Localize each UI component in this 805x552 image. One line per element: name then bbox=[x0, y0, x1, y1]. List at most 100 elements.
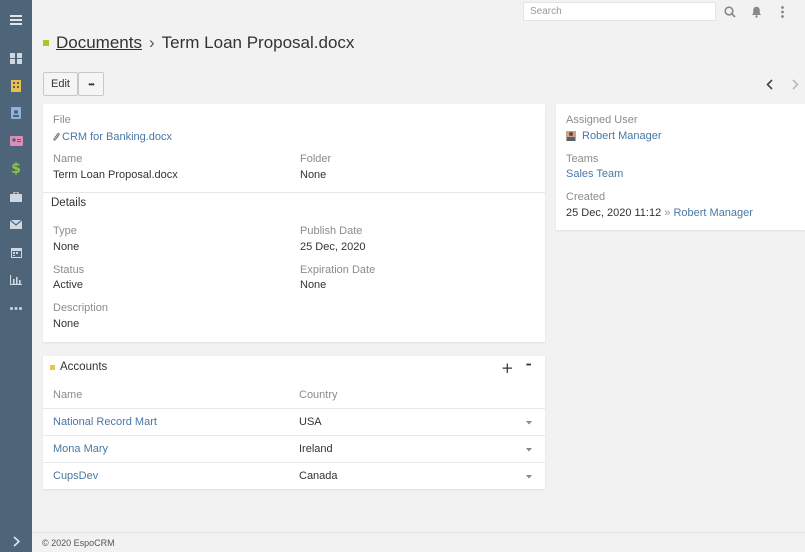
breadcrumb: Documents › Term Loan Proposal.docx bbox=[43, 31, 354, 55]
created-separator: » bbox=[664, 207, 671, 219]
leads-icon bbox=[9, 136, 23, 146]
teams-link[interactable]: Sales Team bbox=[566, 168, 623, 180]
scope-color-marker bbox=[43, 40, 49, 46]
sidebar-item-calendar[interactable] bbox=[0, 239, 32, 265]
publish-date-label: Publish Date bbox=[300, 225, 363, 237]
accounts-panel-title: Accounts bbox=[60, 361, 108, 373]
calendar-icon bbox=[10, 247, 22, 258]
column-header-name: Name bbox=[53, 389, 83, 401]
column-header-country: Country bbox=[299, 389, 338, 401]
account-name-link[interactable]: National Record Mart bbox=[53, 416, 157, 428]
status-value: Active bbox=[53, 279, 83, 291]
assigned-user-link[interactable]: Robert Manager bbox=[582, 130, 662, 142]
assigned-user-value: Robert Manager bbox=[566, 130, 662, 142]
edit-button[interactable]: Edit bbox=[43, 72, 78, 96]
notifications-button[interactable] bbox=[748, 4, 764, 20]
breadcrumb-separator: › bbox=[148, 33, 155, 52]
file-link[interactable]: CRM for Banking.docx bbox=[62, 131, 172, 143]
caret-down-icon bbox=[526, 421, 532, 425]
name-label: Name bbox=[53, 153, 83, 165]
description-label: Description bbox=[53, 302, 109, 314]
next-record-button[interactable] bbox=[787, 75, 803, 93]
expiration-date-value: None bbox=[300, 279, 327, 291]
record-detail-panel: File CRM for Banking.docx Name Term Loan… bbox=[43, 104, 545, 342]
chevron-right-icon bbox=[791, 78, 799, 90]
briefcase-icon bbox=[10, 192, 22, 202]
sidebar-item-accounts[interactable] bbox=[0, 73, 32, 99]
menu-toggle-button[interactable] bbox=[0, 7, 32, 33]
details-section-title: Details bbox=[51, 197, 87, 209]
dashboard-icon bbox=[10, 52, 22, 64]
type-label: Type bbox=[53, 225, 77, 237]
chart-icon bbox=[10, 275, 22, 285]
account-country: Ireland bbox=[299, 443, 333, 455]
more-vertical-icon bbox=[780, 6, 784, 18]
previous-record-button[interactable] bbox=[761, 75, 777, 93]
account-country: Canada bbox=[299, 470, 338, 482]
more-actions-button[interactable]: ••• bbox=[78, 72, 104, 96]
row-divider bbox=[43, 462, 545, 463]
file-label: File bbox=[53, 114, 71, 126]
page-title: Term Loan Proposal.docx bbox=[161, 33, 355, 52]
paperclip-icon bbox=[53, 132, 60, 141]
accounts-more-button[interactable]: ••• bbox=[526, 362, 531, 369]
menu-icon bbox=[10, 15, 22, 25]
row-actions-button[interactable] bbox=[524, 445, 534, 455]
search-button[interactable] bbox=[722, 4, 738, 20]
sidebar: $ bbox=[0, 0, 32, 552]
more-icon bbox=[10, 306, 22, 310]
breadcrumb-documents-link[interactable]: Documents bbox=[56, 33, 142, 53]
expiration-date-label: Expiration Date bbox=[300, 264, 376, 276]
folder-value: None bbox=[300, 169, 327, 181]
name-value: Term Loan Proposal.docx bbox=[53, 169, 178, 181]
type-value: None bbox=[53, 241, 80, 253]
created-value: 25 Dec, 2020 11:12 » Robert Manager bbox=[566, 207, 753, 219]
row-divider bbox=[43, 435, 545, 436]
row-actions-button[interactable] bbox=[524, 418, 534, 428]
accounts-color-marker bbox=[50, 365, 55, 370]
divider bbox=[43, 192, 545, 193]
file-value: CRM for Banking.docx bbox=[53, 131, 172, 143]
accounts-icon bbox=[11, 80, 21, 92]
description-value: None bbox=[53, 318, 80, 330]
caret-down-icon bbox=[526, 475, 532, 479]
created-by-link[interactable]: Robert Manager bbox=[673, 207, 753, 219]
footer: © 2020 EspoCRM bbox=[42, 538, 115, 548]
sidebar-collapse-button[interactable] bbox=[0, 528, 32, 552]
row-divider bbox=[43, 408, 545, 409]
sidebar-item-contacts[interactable] bbox=[0, 100, 32, 126]
account-name-link[interactable]: Mona Mary bbox=[53, 443, 108, 455]
footer-divider bbox=[32, 532, 805, 533]
teams-label: Teams bbox=[566, 153, 599, 165]
add-account-button[interactable]: + bbox=[501, 359, 514, 377]
chevron-left-icon bbox=[765, 78, 773, 90]
sidebar-item-cases[interactable] bbox=[0, 184, 32, 210]
menu-dropdown-button[interactable] bbox=[774, 4, 790, 20]
publish-date-value: 25 Dec, 2020 bbox=[300, 241, 366, 253]
created-date: 25 Dec, 2020 11:12 bbox=[566, 207, 662, 219]
side-panel: Assigned User Robert Manager Teams Sales… bbox=[556, 104, 805, 230]
email-icon bbox=[10, 219, 22, 229]
caret-down-icon bbox=[526, 448, 532, 452]
avatar bbox=[566, 131, 576, 141]
accounts-panel: Accounts + ••• Name Country National Rec… bbox=[43, 356, 545, 489]
sidebar-item-opportunities[interactable]: $ bbox=[0, 156, 32, 182]
bell-icon bbox=[751, 6, 761, 18]
account-country: USA bbox=[299, 416, 322, 428]
dollar-icon: $ bbox=[11, 161, 21, 177]
status-label: Status bbox=[53, 264, 85, 276]
sidebar-item-more[interactable] bbox=[0, 295, 32, 321]
sidebar-item-reports[interactable] bbox=[0, 267, 32, 293]
top-bar bbox=[32, 0, 805, 24]
search-icon bbox=[724, 6, 736, 18]
assigned-user-label: Assigned User bbox=[566, 114, 638, 126]
sidebar-item-email[interactable] bbox=[0, 211, 32, 237]
chevron-right-icon bbox=[12, 535, 20, 547]
folder-label: Folder bbox=[300, 153, 332, 165]
sidebar-item-leads[interactable] bbox=[0, 128, 32, 154]
search-input[interactable] bbox=[523, 2, 716, 21]
account-name-link[interactable]: CupsDev bbox=[53, 470, 98, 482]
sidebar-item-dashboard[interactable] bbox=[0, 45, 32, 71]
created-label: Created bbox=[566, 191, 606, 203]
row-actions-button[interactable] bbox=[524, 472, 534, 482]
